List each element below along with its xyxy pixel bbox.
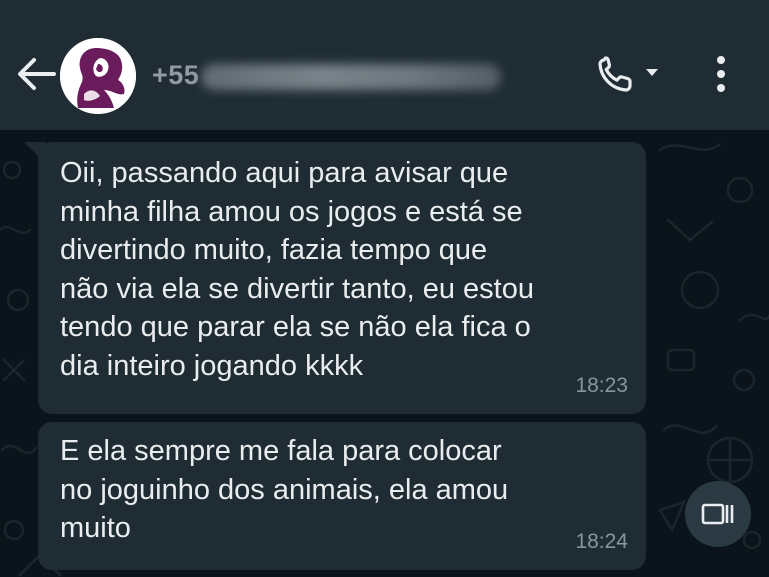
message-text: Oii, passando aqui para avisar que minha… xyxy=(60,157,534,382)
phone-icon xyxy=(598,56,658,92)
bubble-tail xyxy=(24,142,46,164)
more-options-button[interactable] xyxy=(706,52,736,96)
message-bubble-2[interactable]: E ela sempre me fala para colocar no jog… xyxy=(38,422,646,570)
contact-name[interactable]: +55 xyxy=(152,58,502,92)
chat-area[interactable]: Oii, passando aqui para avisar que minha… xyxy=(0,130,769,577)
arrow-left-icon xyxy=(18,58,56,90)
picture-in-picture-button[interactable] xyxy=(685,481,751,547)
picture-in-picture-icon xyxy=(701,503,734,525)
profile-silhouette-icon xyxy=(60,38,136,114)
caret-down-icon xyxy=(646,69,658,76)
call-button[interactable] xyxy=(596,54,668,94)
more-vertical-icon xyxy=(717,56,725,92)
back-button[interactable] xyxy=(14,54,58,94)
message-text: E ela sempre me fala para colocar no jog… xyxy=(60,435,509,545)
message-timestamp: 18:23 xyxy=(575,374,628,398)
avatar[interactable] xyxy=(60,38,136,114)
contact-phone-redacted xyxy=(201,64,502,90)
message-timestamp: 18:24 xyxy=(575,530,628,554)
chat-header: +55 xyxy=(0,0,769,130)
contact-phone-prefix: +55 xyxy=(152,59,200,90)
message-bubble-1[interactable]: Oii, passando aqui para avisar que minha… xyxy=(24,142,646,414)
